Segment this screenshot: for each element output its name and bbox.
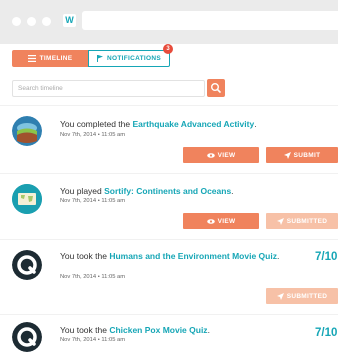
divider — [0, 105, 338, 106]
timeline-item-date: Nov 7th, 2014 • 11:05 am — [60, 132, 126, 138]
activity-link[interactable]: Humans and the Environment Movie Quiz — [109, 251, 277, 261]
flag-icon — [97, 55, 103, 62]
view-button[interactable]: VIEW — [183, 213, 259, 229]
search-icon — [210, 82, 221, 93]
view-button[interactable]: VIEW — [183, 147, 259, 163]
earthquake-activity-avatar — [12, 116, 42, 146]
quiz-q-icon — [12, 322, 42, 352]
paper-plane-icon — [276, 217, 284, 225]
timeline-item-date: Nov 7th, 2014 • 11:05 am — [60, 274, 126, 280]
search-button[interactable] — [207, 79, 225, 97]
paper-plane-icon — [276, 292, 284, 300]
window-minimize-dot[interactable] — [27, 17, 36, 26]
tab-notifications[interactable]: NOTIFICATIONS — [88, 50, 170, 67]
window-close-dot[interactable] — [12, 17, 21, 26]
eye-icon — [206, 218, 215, 224]
submitted-button-label: SUBMITTED — [286, 292, 328, 300]
quiz-avatar — [12, 250, 42, 280]
item-text-suffix: . — [207, 325, 210, 335]
tab-notifications-label: NOTIFICATIONS — [107, 55, 161, 62]
submit-button-label: SUBMIT — [293, 151, 321, 159]
eye-icon — [206, 152, 215, 158]
submitted-button-label: SUBMITTED — [286, 217, 328, 225]
divider — [0, 173, 338, 174]
site-favicon: W — [63, 14, 76, 27]
paper-plane-icon — [283, 151, 291, 159]
address-bar[interactable] — [82, 11, 338, 30]
world-map-icon — [12, 184, 42, 214]
list-icon — [27, 55, 36, 62]
activity-link[interactable]: Chicken Pox Movie Quiz — [109, 325, 207, 335]
divider — [0, 314, 338, 315]
timeline-item-date: Nov 7th, 2014 • 11:05 am — [60, 337, 126, 343]
activity-link[interactable]: Sortify: Continents and Oceans — [104, 186, 231, 196]
quiz-score: 7/10 — [315, 251, 338, 263]
window-maximize-dot[interactable] — [42, 17, 51, 26]
item-text-prefix: You completed the — [60, 119, 133, 129]
browser-toolbar: W — [0, 0, 338, 44]
activity-link[interactable]: Earthquake Advanced Activity — [132, 119, 254, 129]
earthquake-icon — [12, 116, 42, 146]
search-input[interactable] — [12, 80, 205, 97]
view-button-label: VIEW — [217, 217, 236, 225]
timeline-item-text: You took the Chicken Pox Movie Quiz. — [60, 325, 308, 336]
submitted-button: SUBMITTED — [266, 288, 338, 304]
timeline-item-text: You took the Humans and the Environment … — [60, 251, 308, 262]
item-text-prefix: You took the — [60, 251, 110, 261]
timeline-item-date: Nov 7th, 2014 • 11:05 am — [60, 198, 126, 204]
quiz-avatar — [12, 322, 42, 352]
timeline-item-text: You completed the Earthquake Advanced Ac… — [60, 119, 330, 130]
notification-count-badge: 3 — [163, 44, 173, 54]
item-text-suffix: . — [276, 251, 280, 261]
item-text-prefix: You took the — [60, 325, 110, 335]
submitted-button: SUBMITTED — [266, 213, 338, 229]
divider — [0, 239, 338, 240]
quiz-q-icon — [12, 250, 42, 280]
tab-timeline-label: TIMELINE — [39, 55, 73, 62]
submit-button[interactable]: SUBMIT — [266, 147, 338, 163]
view-button-label: VIEW — [217, 151, 236, 159]
sortify-game-avatar — [12, 184, 42, 214]
item-text-prefix: You played — [60, 186, 105, 196]
tab-timeline[interactable]: TIMELINE — [12, 50, 88, 67]
item-text-suffix: . — [231, 186, 234, 196]
timeline-item-text: You played Sortify: Continents and Ocean… — [60, 186, 330, 197]
quiz-score: 7/10 — [315, 327, 338, 339]
item-text-suffix: . — [254, 119, 257, 129]
